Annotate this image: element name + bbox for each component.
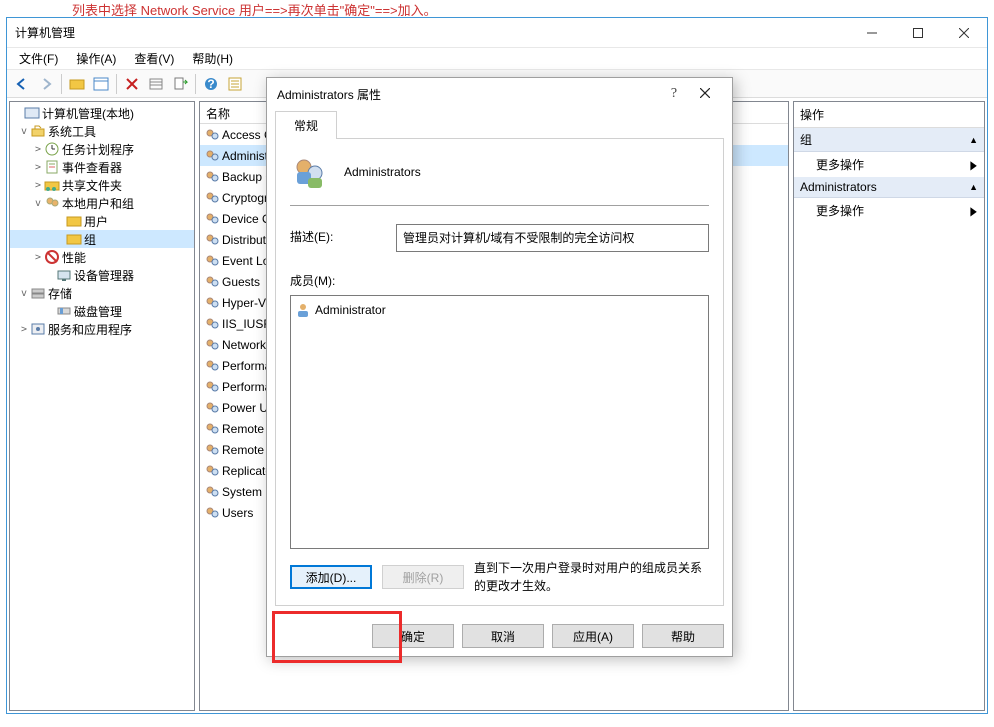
cancel-button[interactable]: 取消 — [462, 624, 544, 648]
group-icon — [204, 253, 220, 269]
actions-title: 操作 — [794, 102, 984, 128]
tree-storage[interactable]: v 存储 — [10, 284, 194, 302]
add-button[interactable]: 添加(D)... — [290, 565, 372, 589]
tree-performance[interactable]: > 性能 — [10, 248, 194, 266]
list-item-label: Guests — [222, 275, 260, 289]
collapse-icon: ▲ — [969, 135, 978, 145]
actions-panel: 操作 组▲ 更多操作▶ Administrators▲ 更多操作▶ — [793, 101, 985, 711]
collapse-icon: ▲ — [969, 182, 978, 192]
apply-button[interactable]: 应用(A) — [552, 624, 634, 648]
group-icon — [292, 155, 326, 189]
back-button[interactable] — [11, 73, 33, 95]
tree-task-scheduler[interactable]: > 任务计划程序 — [10, 140, 194, 158]
group-icon — [204, 232, 220, 248]
actions-section-groups[interactable]: 组▲ — [794, 128, 984, 152]
group-icon — [204, 421, 220, 437]
tree-shared-folders[interactable]: > 共享文件夹 — [10, 176, 194, 194]
forward-button[interactable] — [35, 73, 57, 95]
highlight-annotation — [272, 611, 402, 663]
tree-event-viewer[interactable]: > 事件查看器 — [10, 158, 194, 176]
list-button[interactable] — [145, 73, 167, 95]
group-icon — [204, 148, 220, 164]
actions-section-administrators[interactable]: Administrators▲ — [794, 177, 984, 198]
tree-users[interactable]: 用户 — [10, 212, 194, 230]
arrow-right-icon: ▶ — [970, 158, 976, 172]
group-name: Administrators — [344, 165, 421, 179]
description-label: 描述(E): — [290, 224, 378, 245]
member-item[interactable]: Administrator — [295, 300, 704, 320]
tree-services-apps[interactable]: > 服务和应用程序 — [10, 320, 194, 338]
group-icon — [204, 295, 220, 311]
dialog-title: Administrators 属性 — [277, 86, 381, 103]
user-icon — [295, 302, 311, 318]
description-field[interactable]: 管理员对计算机/域有不受限制的完全访问权 — [396, 224, 709, 252]
list-item-label: Users — [222, 506, 253, 520]
group-icon — [204, 484, 220, 500]
group-icon — [204, 400, 220, 416]
members-label: 成员(M): — [290, 272, 709, 289]
window-title: 计算机管理 — [15, 24, 75, 41]
group-icon — [204, 127, 220, 143]
help-button[interactable]: ? — [200, 73, 222, 95]
group-icon — [204, 442, 220, 458]
tree-system-tools[interactable]: v 系统工具 — [10, 122, 194, 140]
help-button[interactable]: 帮助 — [642, 624, 724, 648]
menu-file[interactable]: 文件(F) — [11, 48, 66, 69]
properties-dialog: Administrators 属性 ? 常规 Administrators 描述… — [266, 77, 733, 657]
actions-more-2[interactable]: 更多操作▶ — [794, 198, 984, 223]
menu-view[interactable]: 查看(V) — [126, 48, 182, 69]
group-icon — [204, 316, 220, 332]
group-icon — [204, 358, 220, 374]
maximize-button[interactable] — [895, 18, 941, 48]
group-icon — [204, 505, 220, 521]
membership-note: 直到下一次用户登录时对用户的组成员关系的更改才生效。 — [474, 559, 709, 595]
tab-general[interactable]: 常规 — [275, 111, 337, 139]
arrow-right-icon: ▶ — [970, 204, 976, 218]
group-icon — [204, 190, 220, 206]
group-icon — [204, 379, 220, 395]
dialog-close-button[interactable] — [688, 87, 722, 101]
group-icon — [204, 337, 220, 353]
tree-panel: 计算机管理(本地) v 系统工具 > 任务计划程序 > 事件查看器 > 共享文件… — [9, 101, 195, 711]
tree-root[interactable]: 计算机管理(本地) — [10, 104, 194, 122]
svg-text:?: ? — [207, 77, 214, 91]
group-icon — [204, 463, 220, 479]
tree-groups[interactable]: 组 — [10, 230, 194, 248]
panel-button[interactable] — [90, 73, 112, 95]
tree-device-manager[interactable]: 设备管理器 — [10, 266, 194, 284]
menu-action[interactable]: 操作(A) — [68, 48, 124, 69]
folder-button[interactable] — [66, 73, 88, 95]
dialog-titlebar: Administrators 属性 ? — [267, 78, 732, 110]
delete-button[interactable] — [121, 73, 143, 95]
group-icon — [204, 274, 220, 290]
export-button[interactable] — [169, 73, 191, 95]
menubar: 文件(F) 操作(A) 查看(V) 帮助(H) — [7, 48, 987, 70]
group-icon — [204, 169, 220, 185]
remove-button: 删除(R) — [382, 565, 464, 589]
actions-more-1[interactable]: 更多操作▶ — [794, 152, 984, 177]
titlebar: 计算机管理 — [7, 18, 987, 48]
minimize-button[interactable] — [849, 18, 895, 48]
properties-button[interactable] — [224, 73, 246, 95]
tree-disk-management[interactable]: 磁盘管理 — [10, 302, 194, 320]
members-listbox[interactable]: Administrator — [290, 295, 709, 549]
close-button[interactable] — [941, 18, 987, 48]
group-icon — [204, 211, 220, 227]
tree-local-users-groups[interactable]: v 本地用户和组 — [10, 194, 194, 212]
help-icon[interactable]: ? — [660, 86, 688, 102]
menu-help[interactable]: 帮助(H) — [184, 48, 241, 69]
